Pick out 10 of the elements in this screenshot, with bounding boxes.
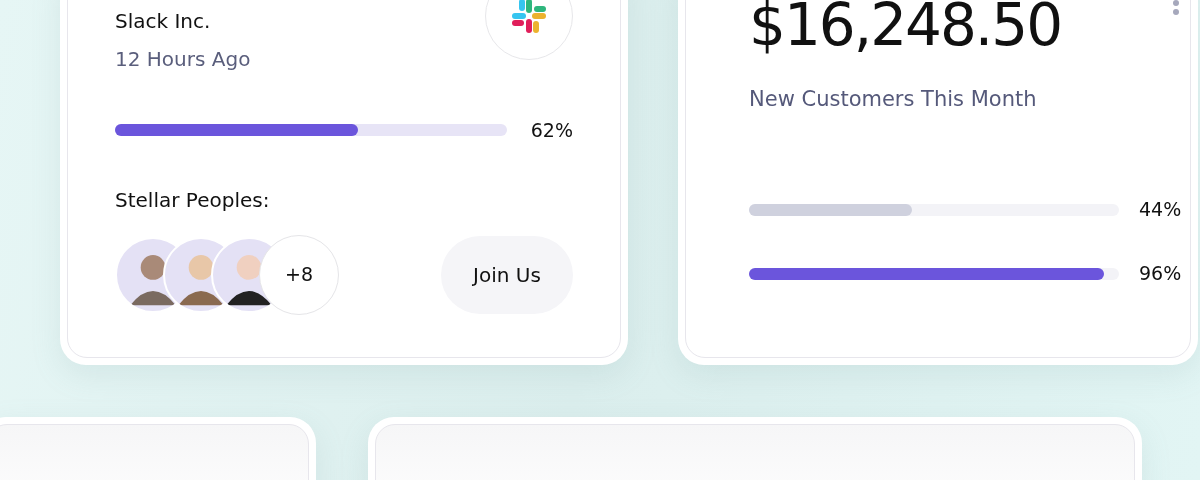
- progress-percent: 96%: [1139, 261, 1182, 287]
- time-ago: 12 Hours Ago: [115, 46, 251, 73]
- company-name: Slack Inc.: [115, 8, 212, 35]
- revenue-amount: $16,248.50: [749, 0, 1062, 54]
- progress-percent: 44%: [1139, 197, 1182, 223]
- progress-percent: 62%: [530, 118, 573, 143]
- extra-members-count: +8: [259, 234, 339, 315]
- join-button[interactable]: Join Us: [441, 235, 573, 314]
- team-label: Stellar Peoples:: [115, 186, 271, 214]
- revenue-caption: New Customers This Month: [749, 86, 1038, 113]
